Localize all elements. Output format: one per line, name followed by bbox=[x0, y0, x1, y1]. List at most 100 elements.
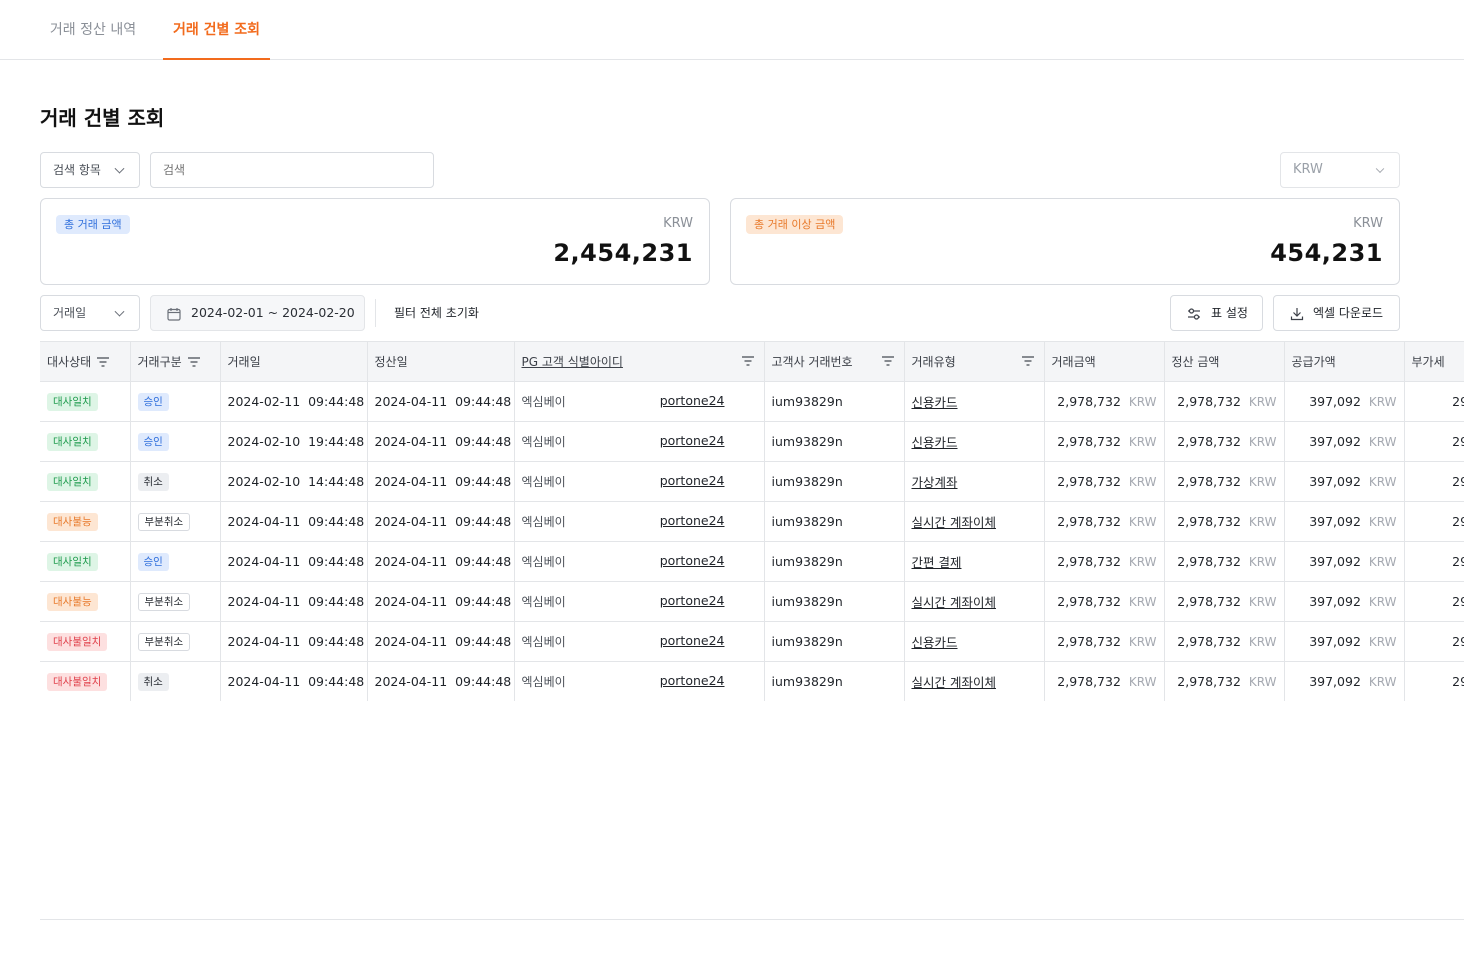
table-header-row: 대사상태 거래구분 거래일 정산일 PG 고객 식별아이디 고객사 거래번호 거… bbox=[40, 341, 1464, 382]
payment-method-link[interactable]: 간편 결제 bbox=[912, 555, 962, 570]
supply-amount-value: 397,092 bbox=[1309, 514, 1361, 529]
reset-filters-button[interactable]: 필터 전체 초기화 bbox=[394, 295, 479, 331]
filter-icon[interactable] bbox=[741, 355, 754, 369]
cell-payment-method: 신용카드 bbox=[904, 381, 1045, 422]
pg-id-link[interactable]: portone24 bbox=[660, 673, 725, 688]
col-header-payment-method[interactable]: 거래유형 bbox=[904, 341, 1045, 382]
pg-id-link[interactable]: portone24 bbox=[660, 473, 725, 488]
download-icon bbox=[1290, 308, 1304, 321]
col-header-supply-amount[interactable]: 공급가액 bbox=[1284, 341, 1405, 382]
cell-trade-date: 2024-04-11 09:44:48 bbox=[220, 621, 368, 662]
col-header-trade-date[interactable]: 거래일 bbox=[220, 341, 368, 382]
tab-transaction-lookup[interactable]: 거래 건별 조회 bbox=[163, 0, 270, 60]
table-row[interactable]: 대사일치 취소 2024-02-10 14:44:48 2024-04-11 09:4… bbox=[40, 461, 1464, 502]
payment-method-link[interactable]: 신용카드 bbox=[912, 435, 958, 450]
col-header-pg-customer-id[interactable]: PG 고객 식별아이디 bbox=[514, 341, 765, 382]
filter-icon[interactable] bbox=[881, 355, 894, 369]
supply-amount-value: 397,092 bbox=[1309, 434, 1361, 449]
supply-amount-value: 397,092 bbox=[1309, 394, 1361, 409]
pg-id-link[interactable]: portone24 bbox=[660, 513, 725, 528]
pg-id-link[interactable]: portone24 bbox=[660, 553, 725, 568]
cell-recon-status: 대사일치 bbox=[40, 541, 131, 582]
date-range-picker[interactable]: 2024-02-01 ~ 2024-02-20 bbox=[150, 295, 365, 331]
amount-value: 2,978,732 bbox=[1057, 474, 1121, 489]
cell-trade-date: 2024-04-11 09:44:48 bbox=[220, 581, 368, 622]
table-row[interactable]: 대사불능 부분취소 2024-04-11 09:44:48 2024-04-11 09… bbox=[40, 581, 1464, 622]
pg-id-link[interactable]: portone24 bbox=[660, 593, 725, 608]
tab-settlement-history[interactable]: 거래 정산 내역 bbox=[40, 0, 146, 60]
trade-type-badge: 부분취소 bbox=[137, 512, 191, 531]
table-row[interactable]: 대사불일치 취소 2024-04-11 09:44:48 2024-04-11 09:… bbox=[40, 661, 1464, 701]
cell-amount: 2,978,732 KRW bbox=[1044, 381, 1165, 422]
cell-order-number: ium93829n bbox=[764, 381, 905, 422]
settle-amount-value: 2,978,732 bbox=[1177, 394, 1241, 409]
payment-method-link[interactable]: 실시간 계좌이체 bbox=[912, 515, 996, 530]
col-header-vat[interactable]: 부가세 bbox=[1404, 341, 1464, 382]
cell-settle-amount: 2,978,732 KRW bbox=[1164, 421, 1285, 462]
cell-settle-date: 2024-04-11 09:44:48 bbox=[367, 581, 515, 622]
date-type-select[interactable]: 거래일 bbox=[40, 295, 140, 331]
cell-amount: 2,978,732 KRW bbox=[1044, 461, 1165, 502]
amount-value: 2,978,732 bbox=[1057, 434, 1121, 449]
cell-payment-method: 가상계좌 bbox=[904, 461, 1045, 502]
search-field-select[interactable]: 검색 항목 bbox=[40, 152, 140, 188]
payment-method-link[interactable]: 가상계좌 bbox=[912, 475, 958, 490]
col-header-settle-date[interactable]: 정산일 bbox=[367, 341, 515, 382]
table-settings-button[interactable]: 표 설정 bbox=[1170, 295, 1263, 331]
cell-order-number: ium93829n bbox=[764, 461, 905, 502]
table-row[interactable]: 대사일치 승인 2024-02-11 09:44:48 2024-04-11 09:4… bbox=[40, 381, 1464, 422]
col-header-amount[interactable]: 거래금액 bbox=[1044, 341, 1165, 382]
chevron-down-icon bbox=[1375, 164, 1385, 174]
cell-pg-customer-id: 엑심베이 portone24 bbox=[514, 621, 765, 662]
table-row[interactable]: 대사일치 승인 2024-04-11 09:44:48 2024-04-11 09:4… bbox=[40, 541, 1464, 582]
payment-method-link[interactable]: 신용카드 bbox=[912, 635, 958, 650]
col-header-order-number[interactable]: 고객사 거래번호 bbox=[764, 341, 905, 382]
cell-trade-type: 승인 bbox=[130, 421, 221, 462]
pg-id-link[interactable]: portone24 bbox=[660, 393, 725, 408]
table-row[interactable]: 대사불능 부분취소 2024-04-11 09:44:48 2024-04-11 09… bbox=[40, 501, 1464, 542]
cell-vat: 29,7 bbox=[1404, 421, 1464, 462]
amount-value: 2,978,732 bbox=[1057, 514, 1121, 529]
filter-icon[interactable] bbox=[97, 356, 110, 370]
currency-select[interactable]: KRW bbox=[1280, 152, 1400, 188]
cell-trade-date: 2024-04-11 09:44:48 bbox=[220, 501, 368, 542]
pg-id-link[interactable]: portone24 bbox=[660, 433, 725, 448]
payment-method-link[interactable]: 신용카드 bbox=[912, 395, 958, 410]
col-header-settle-amount[interactable]: 정산 금액 bbox=[1164, 341, 1285, 382]
table-row[interactable]: 대사불일치 부분취소 2024-04-11 09:44:48 2024-04-11 0… bbox=[40, 621, 1464, 662]
col-header-label: PG 고객 식별아이디 bbox=[521, 355, 623, 369]
amount-value: 2,978,732 bbox=[1057, 394, 1121, 409]
settle-amount-value: 2,978,732 bbox=[1177, 594, 1241, 609]
cell-supply-amount: 397,092 KRW bbox=[1284, 621, 1405, 662]
date-range-value: 2024-02-01 ~ 2024-02-20 bbox=[191, 305, 355, 320]
payment-method-link[interactable]: 실시간 계좌이체 bbox=[912, 595, 996, 610]
cell-pg-customer-id: 엑심베이 portone24 bbox=[514, 541, 765, 582]
excel-download-button[interactable]: 엑셀 다운로드 bbox=[1273, 295, 1400, 331]
payment-method-link[interactable]: 실시간 계좌이체 bbox=[912, 675, 996, 690]
table-row[interactable]: 대사일치 승인 2024-02-10 19:44:48 2024-04-11 09:4… bbox=[40, 421, 1464, 462]
col-header-recon-status[interactable]: 대사상태 bbox=[40, 341, 131, 382]
cell-supply-amount: 397,092 KRW bbox=[1284, 541, 1405, 582]
cell-pg-customer-id: 엑심베이 portone24 bbox=[514, 421, 765, 462]
cell-amount: 2,978,732 KRW bbox=[1044, 501, 1165, 542]
cell-recon-status: 대사불일치 bbox=[40, 621, 131, 662]
cell-settle-amount: 2,978,732 KRW bbox=[1164, 621, 1285, 662]
table-settings-label: 표 설정 bbox=[1211, 306, 1248, 320]
excel-download-label: 엑셀 다운로드 bbox=[1313, 306, 1384, 320]
supply-amount-currency: KRW bbox=[1368, 595, 1397, 609]
filter-icon[interactable] bbox=[1021, 355, 1034, 369]
cell-supply-amount: 397,092 KRW bbox=[1284, 381, 1405, 422]
cell-pg-customer-id: 엑심베이 portone24 bbox=[514, 581, 765, 622]
pg-id-link[interactable]: portone24 bbox=[660, 633, 725, 648]
col-header-label: 대사상태 bbox=[47, 355, 92, 369]
cell-recon-status: 대사불능 bbox=[40, 581, 131, 622]
cell-vat: 29,7 bbox=[1404, 581, 1464, 622]
col-header-trade-type[interactable]: 거래구분 bbox=[130, 341, 221, 382]
supply-amount-currency: KRW bbox=[1368, 515, 1397, 529]
trade-type-badge: 취소 bbox=[137, 672, 169, 691]
search-input[interactable] bbox=[151, 153, 433, 187]
chevron-down-icon bbox=[114, 163, 125, 174]
cell-recon-status: 대사일치 bbox=[40, 421, 131, 462]
filter-icon[interactable] bbox=[187, 356, 200, 370]
cell-order-number: ium93829n bbox=[764, 621, 905, 662]
